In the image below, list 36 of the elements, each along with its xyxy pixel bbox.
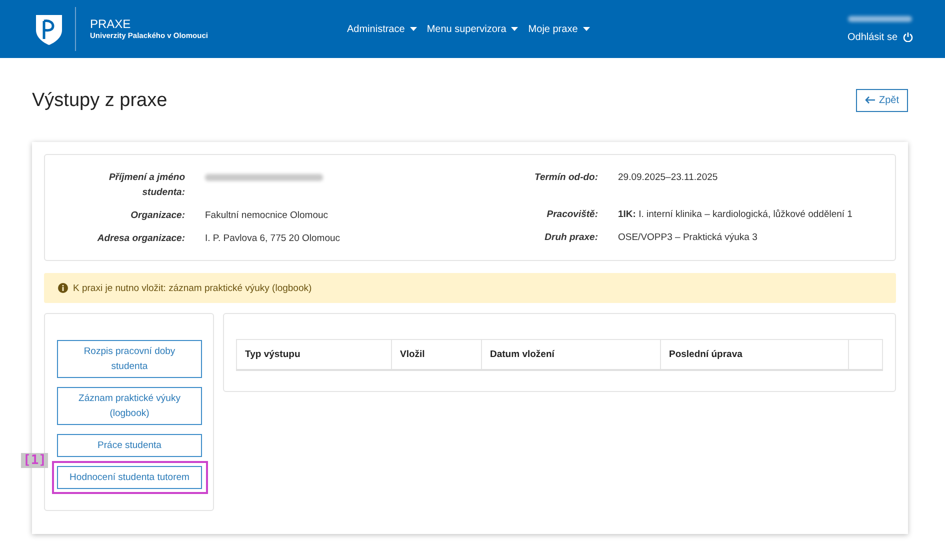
side-button[interactable]: Rozpis pracovní doby studenta	[57, 340, 202, 378]
shield-logo-icon	[34, 12, 64, 46]
menu-dropdown[interactable]: Administrace	[344, 22, 420, 36]
menu-dropdown[interactable]: Moje praxe	[525, 22, 593, 36]
column-header: Datum vložení	[482, 340, 660, 370]
blurred-username	[848, 16, 912, 22]
field-label: Termín od-do:	[534, 171, 598, 185]
side-button[interactable]: Hodnocení studenta tutorem	[57, 466, 202, 489]
field-value: 29.09.2025–23.11.2025	[618, 171, 719, 185]
field-label: Pracoviště:	[546, 208, 598, 222]
annotation-marker: [1]	[21, 453, 48, 468]
arrow-left-icon	[864, 96, 875, 104]
logout-link[interactable]: Odhlásit se	[847, 32, 913, 42]
app-name: PRAXE	[90, 17, 132, 31]
field-value: Fakultní nemocnice Olomouc	[205, 209, 330, 223]
caret-icon	[511, 27, 518, 31]
alert-text: K praxi je nutno vložit: záznam praktické výuky (logbook)	[73, 282, 312, 294]
side-button[interactable]: Práce studenta	[57, 434, 202, 457]
field-label: Organizace:	[130, 209, 185, 223]
menu-dropdown[interactable]: Menu supervizora	[424, 22, 522, 36]
field-label: Příjmení a jméno studenta:	[108, 171, 185, 200]
field-value: I. P. Pavlova 6, 775 20 Olomouc	[205, 232, 342, 246]
column-header: Poslední úprava	[660, 340, 848, 370]
field-label: Druh praxe:	[544, 231, 598, 245]
back-button[interactable]: Zpět	[856, 88, 908, 112]
column-header: Vložil	[392, 340, 482, 370]
column-header: Typ výstupu	[236, 340, 392, 370]
page-title: Výstupy z praxe	[32, 89, 168, 112]
caret-icon	[582, 27, 590, 31]
info-icon	[58, 283, 68, 293]
caret-icon	[410, 27, 417, 31]
power-icon	[902, 32, 913, 42]
field-value: OSE/VOPP3 – Praktická výuka 3	[618, 231, 758, 245]
side-button[interactable]: Záznam praktické výuky (logbook)	[57, 387, 202, 425]
field-value: 1IK: I. interní klinika – kardiologická, lůžkové oddělení 1	[618, 208, 852, 222]
field-label: Adresa organizace:	[96, 232, 185, 246]
